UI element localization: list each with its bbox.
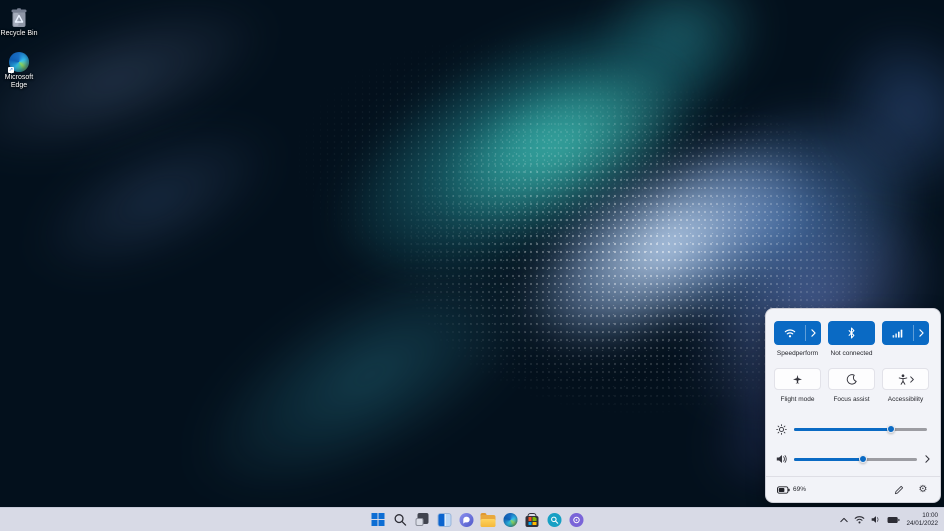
system-tray: 10:00 24/01/2022: [840, 508, 941, 531]
cellular-expand-chevron[interactable]: [914, 321, 929, 345]
bluetooth-icon: [828, 321, 875, 345]
file-explorer-button[interactable]: [481, 512, 496, 527]
windows-logo-icon: [372, 513, 385, 526]
pencil-icon[interactable]: [893, 484, 905, 496]
wifi-tile[interactable]: [774, 321, 821, 345]
desktop-icon-label: Recycle Bin: [1, 30, 38, 38]
toggle-row-labels: Speedperform Not connected: [774, 350, 929, 357]
recycle-bin-icon: [8, 6, 30, 28]
tray-volume-icon[interactable]: [871, 515, 881, 524]
battery-icon: [777, 486, 790, 494]
taskbar-app-icons: [371, 508, 584, 531]
speaker-icon: [774, 454, 789, 464]
toggle-row-2-labels: Flight mode Focus assist Accessibility: [774, 396, 929, 403]
wifi-tile-label: Speedperform: [774, 350, 821, 357]
airplane-icon: [792, 374, 803, 385]
teal-search-app-icon: [547, 513, 561, 527]
cellular-tile[interactable]: [882, 321, 929, 345]
focus-assist-tile[interactable]: [828, 368, 875, 390]
bluetooth-tile-label: Not connected: [828, 350, 875, 357]
desktop-icon-microsoft-edge[interactable]: ↗ Microsoft Edge: [0, 52, 41, 90]
brightness-icon: [774, 424, 789, 435]
edge-icon: ↗: [9, 52, 29, 72]
widgets-icon: [437, 513, 451, 527]
taskbar: 10:00 24/01/2022: [0, 507, 944, 531]
microsoft-store-icon: [526, 516, 539, 527]
purple-app-icon: [569, 513, 583, 527]
accessibility-tile[interactable]: [882, 368, 929, 390]
start-button[interactable]: [371, 512, 386, 527]
search-button[interactable]: [393, 512, 408, 527]
brightness-slider-row: [774, 421, 932, 437]
edge-icon: [503, 513, 517, 527]
desktop-icon-label: Microsoft Edge: [0, 74, 39, 90]
search-icon: [394, 513, 407, 526]
cellular-icon: [882, 321, 913, 345]
accessibility-label: Accessibility: [882, 396, 929, 403]
battery-percent-label: 69%: [793, 486, 806, 493]
volume-slider-row: [774, 451, 932, 467]
focus-assist-label: Focus assist: [828, 396, 875, 403]
moon-icon: [846, 374, 857, 385]
desktop-screen: Recycle Bin ↗ Microsoft Edge: [0, 0, 944, 531]
volume-slider[interactable]: [794, 458, 917, 461]
gear-icon[interactable]: ⚙: [917, 484, 929, 496]
cellular-tile-label: [882, 350, 929, 357]
volume-slider-thumb[interactable]: [859, 455, 867, 463]
task-view-icon: [416, 513, 429, 526]
wifi-expand-chevron[interactable]: [806, 321, 821, 345]
desktop-icon-recycle-bin[interactable]: Recycle Bin: [0, 6, 41, 38]
teal-search-app-button[interactable]: [547, 512, 562, 527]
tray-wifi-icon[interactable]: [854, 515, 865, 524]
wifi-icon: [774, 321, 805, 345]
hidden-icons-chevron[interactable]: [840, 517, 848, 523]
clock-time: 10:00: [906, 512, 938, 520]
clock[interactable]: 10:00 24/01/2022: [906, 512, 941, 527]
volume-output-chevron[interactable]: [922, 455, 932, 463]
chat-button[interactable]: [459, 512, 474, 527]
quick-settings-footer: 69% ⚙: [766, 476, 940, 502]
microsoft-store-button[interactable]: [525, 512, 540, 527]
file-explorer-icon: [481, 515, 496, 527]
chat-icon: [459, 513, 473, 527]
volume-slider-fill: [794, 458, 863, 461]
shortcut-arrow-badge: ↗: [8, 67, 14, 73]
tray-battery-icon[interactable]: [887, 516, 900, 524]
accessibility-expand-chevron[interactable]: [910, 376, 914, 383]
bluetooth-tile[interactable]: [828, 321, 875, 345]
quick-settings-toggle-row: [774, 321, 929, 345]
widgets-button[interactable]: [437, 512, 452, 527]
quick-settings-actions: ⚙: [893, 484, 929, 496]
brightness-slider[interactable]: [794, 428, 927, 431]
quick-settings-panel: Speedperform Not connected: [765, 308, 941, 503]
flight-mode-tile[interactable]: [774, 368, 821, 390]
battery-status[interactable]: 69%: [777, 486, 806, 494]
quick-settings-toggle-row-2: [774, 368, 929, 390]
task-view-button[interactable]: [415, 512, 430, 527]
purple-app-button[interactable]: [569, 512, 584, 527]
brightness-slider-thumb[interactable]: [887, 425, 895, 433]
accessibility-icon: [898, 374, 908, 385]
flight-mode-label: Flight mode: [774, 396, 821, 403]
clock-date: 24/01/2022: [906, 520, 938, 528]
edge-button[interactable]: [503, 512, 518, 527]
brightness-slider-fill: [794, 428, 891, 431]
